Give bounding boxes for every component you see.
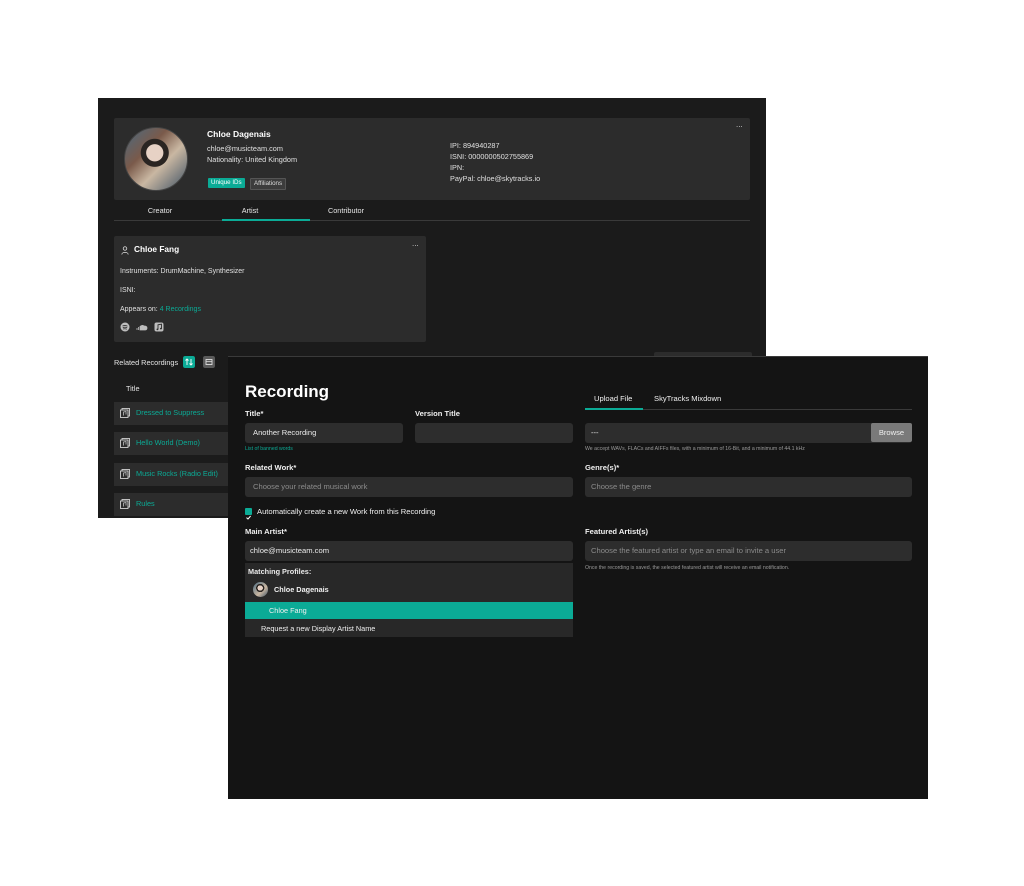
recording-row[interactable]: Rules [114,493,228,516]
browse-button[interactable]: Browse [871,423,912,442]
profile-name: Chloe Dagenais [207,129,271,139]
recording-title[interactable]: Rules [136,499,155,508]
spotify-icon[interactable] [120,322,130,332]
recording-title[interactable]: Hello World (Demo) [136,438,200,447]
person-icon [121,246,129,255]
auto-create-checkbox[interactable] [245,508,252,520]
appears-on-label: Appears on: [120,306,160,313]
banned-words-link[interactable]: List of banned words [245,446,293,452]
related-work-select[interactable]: Choose your related musical work [245,477,573,497]
recording-icon [120,469,130,479]
genre-select[interactable]: Choose the genre [585,477,912,497]
featured-artists-hint: Once the recording is saved, the selecte… [585,565,790,571]
apple-music-icon[interactable] [154,322,164,332]
avatar [124,127,188,191]
profile-ipi: IPI: 894940287 [450,141,500,150]
recording-icon [120,438,130,448]
unique-ids-tag[interactable]: Unique IDs [208,178,245,188]
tab-creator[interactable]: Creator [116,206,204,215]
option-label[interactable]: Chloe Dagenais [274,585,329,594]
grid-view-icon[interactable] [203,356,215,368]
recording-row[interactable]: Music Rocks (Radio Edit) [114,463,228,486]
profile-isni: ISNI: 0000000502755869 [450,152,534,161]
active-tab-indicator [585,408,643,410]
recording-icon [120,408,130,418]
avatar [253,582,268,597]
recording-title[interactable]: Music Rocks (Radio Edit) [136,469,218,478]
tab-artist[interactable]: Artist [206,206,294,215]
profile-email: chloe@musicteam.com [207,144,283,153]
artist-name: Chloe Fang [134,244,180,254]
profile-paypal: PayPal: chloe@skytracks.io [450,174,541,183]
related-work-label: Related Work* [245,463,297,472]
tab-skytracks-mixdown[interactable]: SkyTracks Mixdown [654,394,721,403]
artist-instruments: Instruments: DrumMachine, Synthesizer [120,268,245,275]
recording-icon [120,499,130,509]
option-label[interactable]: Request a new Display Artist Name [261,624,375,633]
recordings-link[interactable]: 4 Recordings [160,306,201,313]
profile-ipn: IPN: [450,163,465,172]
dropdown-option[interactable]: Request a new Display Artist Name [245,620,573,637]
featured-artists-label: Featured Artist(s) [585,527,649,536]
sort-icon[interactable] [183,356,195,368]
dropdown-option-selected[interactable]: Chloe Fang [245,602,573,619]
profile-card: Chloe Dagenais chloe@musicteam.com Natio… [114,118,750,200]
matching-profiles-header: Matching Profiles: [248,567,312,576]
artist-card: Chloe Fang Instruments: DrumMachine, Syn… [114,236,426,342]
option-label[interactable]: Chloe Fang [269,606,307,615]
affiliations-tag[interactable]: Affiliations [250,178,287,190]
profile-tabs: Creator Artist Contributor [114,202,750,221]
recording-row[interactable]: Dressed to Suppress [114,402,228,425]
genre-label: Genre(s)* [585,463,620,472]
artist-appears-on: Appears on: 4 Recordings [120,306,201,313]
soundcloud-icon[interactable] [136,322,148,332]
title-label: Title* [245,409,264,418]
related-recordings-label: Related Recordings [114,358,179,367]
featured-artists-input[interactable]: Choose the featured artist or type an em… [585,541,912,561]
artist-isni: ISNI: [120,287,136,294]
tab-contributor[interactable]: Contributor [302,206,390,215]
profile-nationality: Nationality: United Kingdom [207,155,298,164]
version-title-input[interactable] [415,423,573,443]
title-input[interactable]: Another Recording [245,423,403,443]
file-path-input[interactable]: --- [585,423,912,443]
version-title-label: Version Title [415,409,461,418]
profile-menu-icon[interactable]: ... [736,121,743,129]
recording-row[interactable]: Hello World (Demo) [114,432,228,455]
active-tab-indicator [222,219,310,221]
tab-upload-file[interactable]: Upload File [594,394,632,403]
recording-title[interactable]: Dressed to Suppress [136,408,204,417]
column-title: Title [126,384,140,393]
artist-menu-icon[interactable]: ... [412,240,419,248]
page-title: Recording [245,382,330,401]
dropdown-option[interactable]: Chloe Dagenais [245,581,573,598]
main-artist-input[interactable]: chloe@musicteam.com [245,541,573,561]
check-icon [246,515,251,520]
main-artist-label: Main Artist* [245,527,287,536]
auto-create-label: Automatically create a new Work from thi… [257,507,436,516]
recording-form-window: Recording Title* Another Recording List … [228,356,928,799]
file-format-hint: We accept WAVs, FLACs and AIFFs files, w… [585,446,805,452]
matching-profiles-dropdown: Matching Profiles: Chloe Dagenais Chloe … [245,563,573,637]
